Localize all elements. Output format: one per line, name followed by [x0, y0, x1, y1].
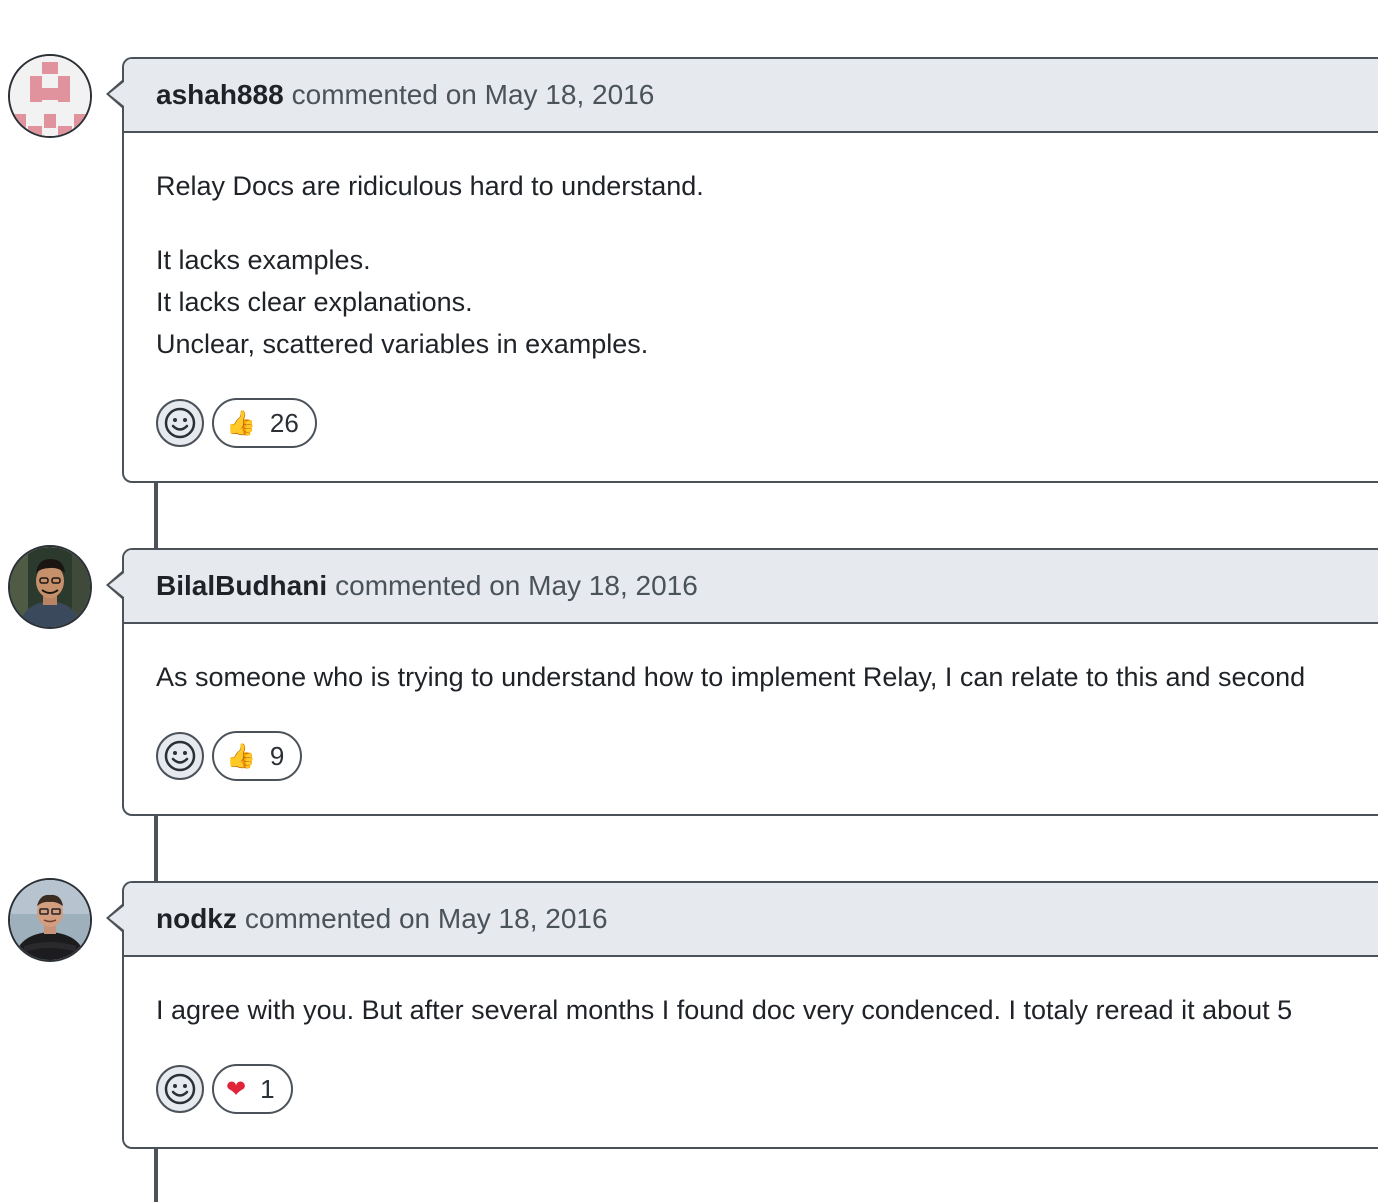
comment-header: BilalBudhani commented on May 18, 2016 [124, 550, 1378, 624]
comment-author-link[interactable]: ashah888 [156, 79, 284, 111]
comment-text-line: Unclear, scattered variables in examples… [156, 329, 649, 359]
user-photo-icon [10, 547, 90, 627]
timeline-connector [154, 482, 158, 548]
comment-header: ashah888 commented on May 18, 2016 [124, 59, 1378, 133]
thumbs-up-icon: 👍 [226, 409, 256, 437]
comment-timestamp[interactable]: commented on May 18, 2016 [292, 79, 655, 111]
heart-icon: ❤ [226, 1075, 247, 1103]
reactions-bar: ❤ 1 [124, 1064, 293, 1114]
comment-text-line: It lacks examples. [156, 245, 371, 275]
smiley-icon [164, 407, 196, 439]
reaction-heart-button[interactable]: ❤ 1 [212, 1064, 293, 1114]
timeline-connector [154, 815, 158, 881]
thumbs-up-icon: 👍 [226, 742, 256, 770]
identicon-icon [10, 56, 90, 136]
avatar[interactable] [8, 54, 92, 138]
comment-text-line: I agree with you. But after several mont… [156, 995, 1293, 1025]
reaction-count: 26 [269, 407, 299, 438]
user-photo-icon [10, 880, 90, 960]
comment-header: nodkz commented on May 18, 2016 [124, 883, 1378, 957]
comment-body: As someone who is trying to understand h… [124, 624, 1378, 698]
add-reaction-button[interactable] [156, 399, 204, 447]
timeline-connector [154, 1148, 158, 1202]
comment-body: Relay Docs are ridiculous hard to unders… [124, 133, 1378, 365]
add-reaction-button[interactable] [156, 732, 204, 780]
reaction-thumbs-up-button[interactable]: 👍 26 [212, 398, 317, 448]
comment-pointer-fill [109, 82, 124, 106]
reaction-thumbs-up-button[interactable]: 👍 9 [212, 731, 303, 781]
avatar[interactable] [8, 878, 92, 962]
comment-pointer-fill [109, 573, 124, 597]
comment-box: nodkz commented on May 18, 2016 I agree … [122, 881, 1378, 1149]
smiley-icon [164, 740, 196, 772]
comment-author-link[interactable]: BilalBudhani [156, 570, 327, 602]
smiley-icon [164, 1073, 196, 1105]
comment-text-line: As someone who is trying to understand h… [156, 662, 1306, 692]
reactions-bar: 👍 26 [124, 398, 317, 448]
avatar[interactable] [8, 545, 92, 629]
add-reaction-button[interactable] [156, 1065, 204, 1113]
comment-box: ashah888 commented on May 18, 2016 Relay… [122, 57, 1378, 483]
comment-text-line: It lacks clear explanations. [156, 287, 473, 317]
comment-body: I agree with you. But after several mont… [124, 957, 1378, 1031]
comment-timestamp[interactable]: commented on May 18, 2016 [245, 903, 608, 935]
comment-timestamp[interactable]: commented on May 18, 2016 [335, 570, 698, 602]
comment-text-line: Relay Docs are ridiculous hard to unders… [156, 171, 704, 201]
reactions-bar: 👍 9 [124, 731, 303, 781]
comment-box: BilalBudhani commented on May 18, 2016 A… [122, 548, 1378, 816]
comment-author-link[interactable]: nodkz [156, 903, 237, 935]
reaction-count: 1 [260, 1073, 275, 1104]
reaction-count: 9 [269, 740, 285, 771]
comment-pointer-fill [109, 906, 124, 930]
